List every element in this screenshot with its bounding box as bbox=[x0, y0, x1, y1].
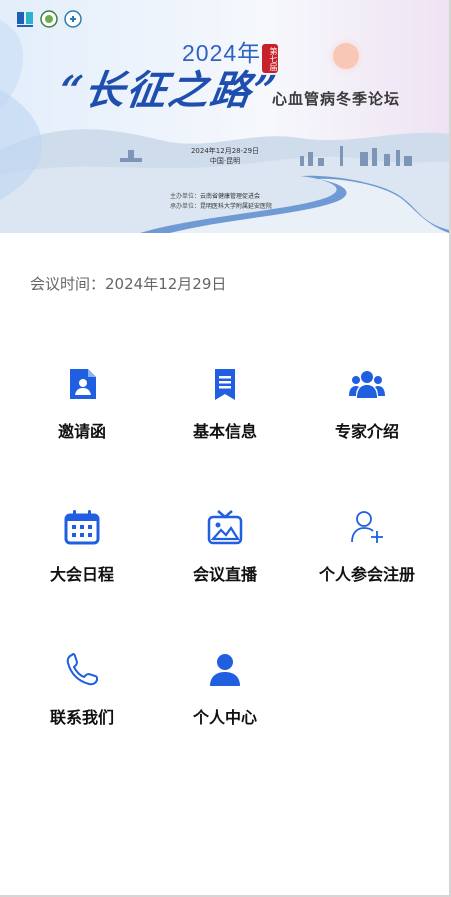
meeting-time: 会议时间：2024年12月29日 bbox=[30, 273, 226, 294]
menu-item-invitation[interactable]: 邀请函 bbox=[7, 366, 157, 446]
meeting-time-label: 会议时间： bbox=[30, 275, 106, 293]
conference-banner: 2024年 第七届 “长征之路” 心血管病冬季论坛 2024年12月28-29日… bbox=[0, 0, 449, 233]
banner-hosts: 主办单位：云南省健康管理促进会 承办单位：昆明医科大学附属延安医院 bbox=[170, 192, 272, 212]
banner-date-location: 2024年12月28-29日 中国·昆明 bbox=[185, 146, 265, 166]
menu-label: 会议直播 bbox=[192, 565, 257, 584]
menu-item-contact[interactable]: 联系我们 bbox=[7, 652, 157, 732]
user-add-icon bbox=[351, 511, 383, 543]
experts-group-icon bbox=[349, 371, 385, 398]
phone-icon bbox=[66, 652, 98, 686]
organizer-name: 昆明医科大学附属延安医院 bbox=[200, 203, 273, 210]
menu-label: 大会日程 bbox=[49, 565, 114, 584]
menu-label: 邀请函 bbox=[57, 422, 106, 441]
menu-item-registration[interactable]: 个人参会注册 bbox=[292, 509, 442, 589]
menu-label: 个人参会注册 bbox=[318, 565, 415, 584]
menu-item-schedule[interactable]: 大会日程 bbox=[7, 509, 157, 589]
menu-item-live[interactable]: 会议直播 bbox=[150, 509, 300, 589]
banner-forum-title: 心血管病冬季论坛 bbox=[272, 90, 401, 108]
menu-item-basic-info[interactable]: 基本信息 bbox=[150, 366, 300, 446]
menu-item-profile[interactable]: 个人中心 bbox=[150, 652, 300, 732]
menu-label: 基本信息 bbox=[192, 422, 257, 441]
hospital-logo-icon bbox=[64, 10, 82, 28]
menu-label: 联系我们 bbox=[49, 708, 114, 727]
association-logo-icon bbox=[17, 12, 33, 27]
menu-label: 专家介绍 bbox=[334, 422, 399, 441]
menu-label: 个人中心 bbox=[192, 708, 257, 727]
host-label: 主办单位： bbox=[170, 193, 201, 200]
university-logo-icon bbox=[40, 10, 58, 28]
menu-item-experts[interactable]: 专家介绍 bbox=[292, 366, 442, 446]
organizer-label: 承办单位： bbox=[170, 203, 201, 210]
tv-live-icon bbox=[207, 510, 243, 545]
invitation-doc-icon bbox=[70, 369, 96, 399]
calendar-icon bbox=[64, 510, 100, 545]
host-name: 云南省健康管理促进会 bbox=[200, 193, 261, 200]
banner-calligraphy-title: “长征之路” bbox=[56, 67, 281, 114]
banner-date: 2024年12月28-29日 bbox=[190, 147, 260, 155]
banner-location: 中国·昆明 bbox=[209, 157, 241, 165]
host-row: 主办单位：云南省健康管理促进会 bbox=[170, 192, 272, 202]
meeting-time-value: 2024年12月29日 bbox=[105, 275, 227, 293]
info-bookmark-icon bbox=[215, 369, 235, 400]
app-frame: 2024年 第七届 “长征之路” 心血管病冬季论坛 2024年12月28-29日… bbox=[0, 0, 451, 897]
organizer-row: 承办单位：昆明医科大学附属延安医院 bbox=[170, 202, 272, 212]
organizer-logos bbox=[16, 10, 82, 28]
user-profile-icon bbox=[210, 654, 240, 686]
